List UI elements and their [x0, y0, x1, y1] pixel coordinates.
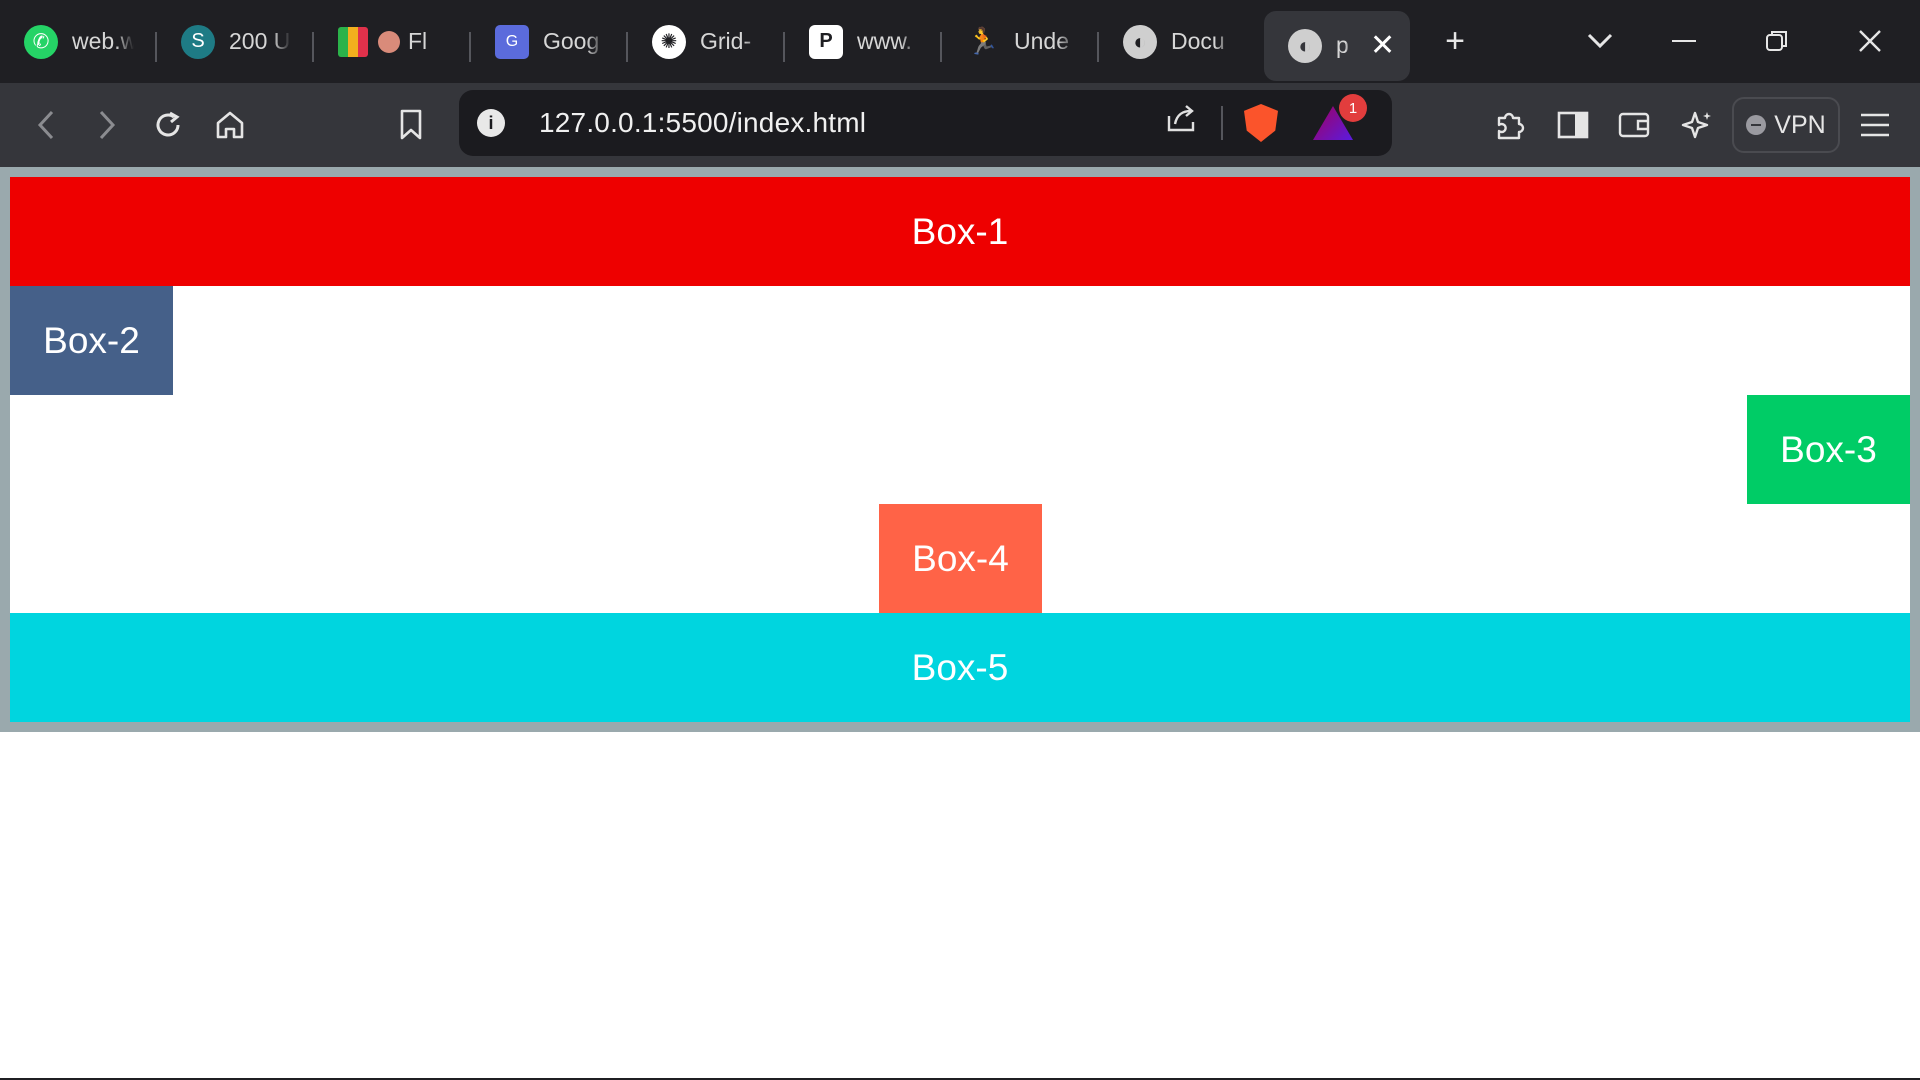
- web-page: Box-1 Box-2 Box-3 Box-4 Box-5: [0, 167, 1920, 1080]
- box-2-label: Box-2: [43, 319, 140, 361]
- tab-grid[interactable]: ✺ Grid-: [628, 8, 785, 76]
- close-window-button[interactable]: [1847, 18, 1893, 64]
- restore-icon: [1766, 31, 1787, 51]
- vpn-label: VPN: [1774, 110, 1826, 139]
- home-button[interactable]: [207, 102, 253, 148]
- tab-label: 200 U: [229, 28, 291, 54]
- back-button[interactable]: [23, 102, 69, 148]
- vpn-button[interactable]: VPN: [1732, 97, 1840, 153]
- box-2: Box-2: [10, 286, 173, 395]
- box-4: Box-4: [879, 504, 1042, 613]
- tab-document[interactable]: ◐ Docu: [1099, 8, 1256, 76]
- google-translate-icon: G: [495, 24, 529, 59]
- box-1-label: Box-1: [911, 210, 1009, 252]
- puzzle-icon: [1497, 112, 1525, 140]
- close-tab-icon[interactable]: ✕: [1370, 28, 1395, 63]
- tab-active[interactable]: ◐ p ✕: [1264, 10, 1410, 81]
- box-5: Box-5: [10, 613, 1910, 722]
- box-3: Box-3: [1747, 395, 1910, 504]
- palette-icon: [338, 26, 368, 57]
- sidebar-button[interactable]: [1550, 102, 1596, 148]
- openai-icon: ✺: [652, 24, 686, 59]
- rewards-badge: 1: [1339, 94, 1367, 122]
- tab-search-button[interactable]: [1577, 18, 1623, 64]
- tab-label: Goog: [543, 28, 600, 54]
- wallet-icon: [1618, 112, 1650, 138]
- box-1: Box-1: [10, 177, 1910, 286]
- whatsapp-icon: ✆: [24, 24, 58, 59]
- bookmark-icon: [400, 109, 422, 140]
- globe-icon: ◐: [1288, 28, 1322, 63]
- chevron-down-icon: [1587, 33, 1613, 49]
- globe-icon: ◐: [1123, 24, 1157, 59]
- tab-label: web.w: [72, 28, 134, 54]
- pi-icon: P: [809, 24, 843, 59]
- sidebar-icon: [1557, 111, 1589, 139]
- container-inner: Box-1 Box-2 Box-3 Box-4 Box-5: [10, 177, 1910, 722]
- reload-button[interactable]: [145, 102, 191, 148]
- restore-button[interactable]: [1754, 18, 1800, 64]
- share-icon[interactable]: [1165, 102, 1197, 142]
- tab-whatsapp[interactable]: ✆ web.w: [0, 8, 157, 76]
- tab-palette[interactable]: Fl: [314, 8, 471, 76]
- tab-label: Grid-: [700, 28, 752, 54]
- tab-label: www.: [857, 28, 912, 54]
- tab-scribd[interactable]: S 200 U: [157, 8, 314, 76]
- main-menu-button[interactable]: [1852, 102, 1898, 148]
- extensions-button[interactable]: [1487, 102, 1533, 148]
- address-bar-divider: [1221, 106, 1223, 140]
- tab-strip: ✆ web.w S 200 U Fl G Goog ✺ Grid- P www.…: [0, 0, 1920, 83]
- plus-icon: +: [1445, 21, 1465, 60]
- flex-container: Box-1 Box-2 Box-3 Box-4 Box-5: [0, 167, 1920, 732]
- brave-shields-icon[interactable]: [1244, 104, 1278, 142]
- minimize-button[interactable]: [1661, 18, 1707, 64]
- back-arrow-icon: [37, 110, 54, 140]
- new-tab-button[interactable]: +: [1432, 18, 1478, 64]
- close-icon: [1859, 30, 1881, 52]
- scribd-icon: S: [181, 24, 215, 59]
- runner-icon: 🏃: [966, 26, 1000, 56]
- vpn-status-icon: [1746, 115, 1767, 135]
- box-3-label: Box-3: [1780, 428, 1877, 470]
- tab-under[interactable]: 🏃 Unde: [942, 8, 1099, 76]
- site-info-icon[interactable]: i: [477, 109, 505, 137]
- tab-label: Unde: [1014, 28, 1069, 54]
- address-bar[interactable]: i 127.0.0.1:5500/index.html 1: [459, 90, 1392, 156]
- palette-small-icon: [378, 30, 400, 53]
- leo-ai-button[interactable]: [1674, 102, 1720, 148]
- sparkle-icon: [1681, 111, 1711, 139]
- tab-www[interactable]: P www.: [785, 8, 942, 76]
- tab-label: Fl: [408, 28, 428, 54]
- reload-icon: [156, 111, 180, 137]
- bookmark-button[interactable]: [388, 102, 434, 148]
- hamburger-menu-icon: [1861, 113, 1889, 137]
- tab-label: p: [1336, 32, 1349, 58]
- wallet-button[interactable]: [1612, 102, 1658, 148]
- forward-arrow-icon: [99, 110, 116, 140]
- browser-toolbar: i 127.0.0.1:5500/index.html 1 VPN: [0, 83, 1920, 167]
- tab-label: Docu: [1171, 28, 1225, 54]
- box-5-label: Box-5: [911, 646, 1009, 688]
- forward-button[interactable]: [84, 102, 130, 148]
- home-icon: [216, 111, 244, 139]
- tab-google-translate[interactable]: G Goog: [471, 8, 628, 76]
- minimize-icon: [1672, 40, 1696, 42]
- address-input[interactable]: 127.0.0.1:5500/index.html: [539, 107, 866, 139]
- box-4-label: Box-4: [912, 537, 1009, 579]
